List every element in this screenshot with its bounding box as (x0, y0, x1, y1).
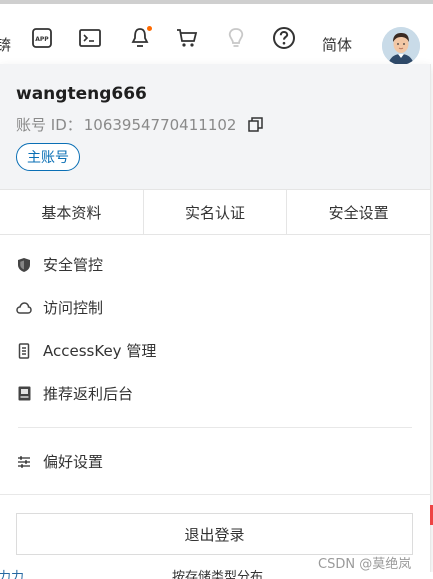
tab-security-settings[interactable]: 安全设置 (287, 190, 430, 234)
account-id-value: 1063954770411102 (83, 115, 237, 134)
cloud-icon (16, 300, 32, 316)
avatar[interactable] (382, 27, 420, 65)
menu-item-label: 访问控制 (43, 299, 104, 317)
main-account-badge: 主账号 (16, 143, 80, 171)
lightbulb-icon[interactable] (224, 26, 248, 50)
account-dropdown-panel: wangteng666 账号 ID： 1063954770411102 主账号 … (0, 64, 431, 572)
username: wangteng666 (16, 84, 147, 104)
account-menu: 安全管控 访问控制 AccessKey 管理 推荐返利后台 偏好设置 (0, 235, 430, 483)
app-icon[interactable]: APP (30, 26, 54, 50)
account-id-row: 账号 ID： 1063954770411102 (16, 114, 414, 135)
partial-nav-text[interactable]: 锛 (0, 34, 11, 55)
key-icon (16, 342, 32, 359)
language-switch[interactable]: 简体 (322, 34, 352, 55)
shield-icon (16, 257, 32, 273)
cart-icon[interactable] (175, 26, 199, 50)
terminal-icon[interactable] (78, 26, 102, 50)
tab-basic-info[interactable]: 基本资料 (0, 190, 144, 234)
menu-item-preferences[interactable]: 偏好设置 (0, 440, 430, 483)
menu-divider (18, 427, 412, 428)
top-navigation-bar: 锛 APP 简体 (0, 0, 433, 65)
menu-item-label: 偏好设置 (43, 453, 104, 471)
card-icon (16, 386, 32, 402)
menu-item-access-control[interactable]: 访问控制 (0, 286, 430, 329)
watermark: CSDN @莫绝岚 (318, 557, 412, 572)
sliders-icon (16, 454, 32, 470)
tab-real-name-auth[interactable]: 实名认证 (144, 190, 288, 234)
background-text-left: 力力 (0, 570, 25, 579)
profile-tabs: 基本资料 实名认证 安全设置 (0, 189, 430, 235)
menu-item-security-control[interactable]: 安全管控 (0, 243, 430, 286)
menu-item-accesskey[interactable]: AccessKey 管理 (0, 329, 430, 372)
notification-dot (147, 26, 152, 31)
account-id-label: 账号 ID： (16, 116, 82, 134)
help-icon[interactable] (272, 26, 296, 50)
menu-item-label: AccessKey 管理 (43, 342, 157, 360)
svg-text:APP: APP (35, 36, 49, 43)
logout-button[interactable]: 退出登录 (16, 513, 413, 555)
copy-icon[interactable] (248, 117, 264, 132)
background-page-strip: 力力 按存储类型分布 (0, 570, 433, 579)
profile-header: wangteng666 账号 ID： 1063954770411102 主账号 (0, 64, 430, 189)
menu-item-label: 推荐返利后台 (43, 385, 134, 403)
background-text-mid: 按存储类型分布 (172, 570, 264, 579)
menu-item-referral-backend[interactable]: 推荐返利后台 (0, 372, 430, 415)
menu-item-label: 安全管控 (43, 256, 104, 274)
